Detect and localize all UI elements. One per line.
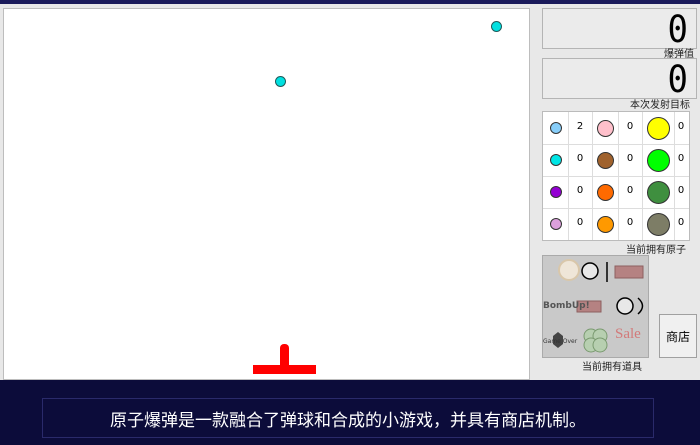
atom-icon — [646, 212, 670, 236]
tool-bombup-text: BombUp! — [543, 301, 590, 311]
game-window: 0 爆弹值 0 本次发射目标 200000000000 当前拥有原子 BombU… — [0, 0, 700, 380]
launch-target-label: 本次发射目标 — [630, 100, 690, 111]
atom-inventory-grid: 2 0 0 0 0 0 0 0 0 0 0 0 — [542, 111, 690, 241]
play-field[interactable] — [3, 8, 530, 380]
tools-label: 当前拥有道具 — [582, 362, 642, 373]
launch-target-display: 0 — [542, 58, 697, 99]
launch-target-digit: 0 — [667, 58, 688, 102]
launcher-base[interactable] — [253, 365, 316, 374]
tools-panel: BombUp! Game Over Sale — [542, 255, 649, 358]
atom-icon — [596, 119, 614, 137]
atom-icon — [646, 180, 670, 204]
tool-sale-text: Sale — [615, 326, 641, 342]
grid-line — [543, 208, 689, 209]
atom-icon — [550, 154, 562, 166]
bomb-value-display: 0 — [542, 8, 697, 49]
game-description: 原子爆弹是一款融合了弹球和合成的小游戏，并具有商店机制。 — [42, 398, 654, 438]
atom-count: 0 — [677, 217, 685, 228]
atom-icon — [646, 116, 670, 140]
atom-count: 0 — [677, 121, 685, 132]
grid-line — [543, 144, 689, 145]
clover-icon — [583, 328, 608, 353]
atom-count: 0 — [576, 217, 584, 228]
shop-button[interactable]: 商店 — [659, 314, 697, 358]
atom-icon — [550, 186, 562, 198]
grid-line — [543, 176, 689, 177]
atom-icon — [646, 148, 670, 172]
bomb-value-digit: 0 — [667, 7, 688, 52]
tool-gameover-text: Game Over — [543, 338, 578, 345]
atom-count: 0 — [626, 217, 634, 228]
ball-icon — [616, 297, 634, 315]
atom-icon — [596, 183, 614, 201]
atom-icon — [550, 122, 562, 134]
atom-count: 0 — [626, 153, 634, 164]
bar-icon — [614, 265, 644, 279]
atom-icon — [596, 215, 614, 233]
atom-count: 2 — [576, 121, 584, 132]
atom-icon — [550, 218, 562, 230]
atom-count: 0 — [626, 121, 634, 132]
atom-icon — [596, 151, 614, 169]
cyan-ball — [275, 76, 286, 87]
ball-icon — [581, 262, 599, 280]
atom-count: 0 — [677, 185, 685, 196]
cyan-ball — [491, 21, 502, 32]
shell-icon — [558, 259, 580, 281]
atom-count: 0 — [576, 185, 584, 196]
atoms-label: 当前拥有原子 — [626, 245, 686, 256]
atom-count: 0 — [677, 153, 685, 164]
atom-count: 0 — [576, 153, 584, 164]
atom-count: 0 — [626, 185, 634, 196]
